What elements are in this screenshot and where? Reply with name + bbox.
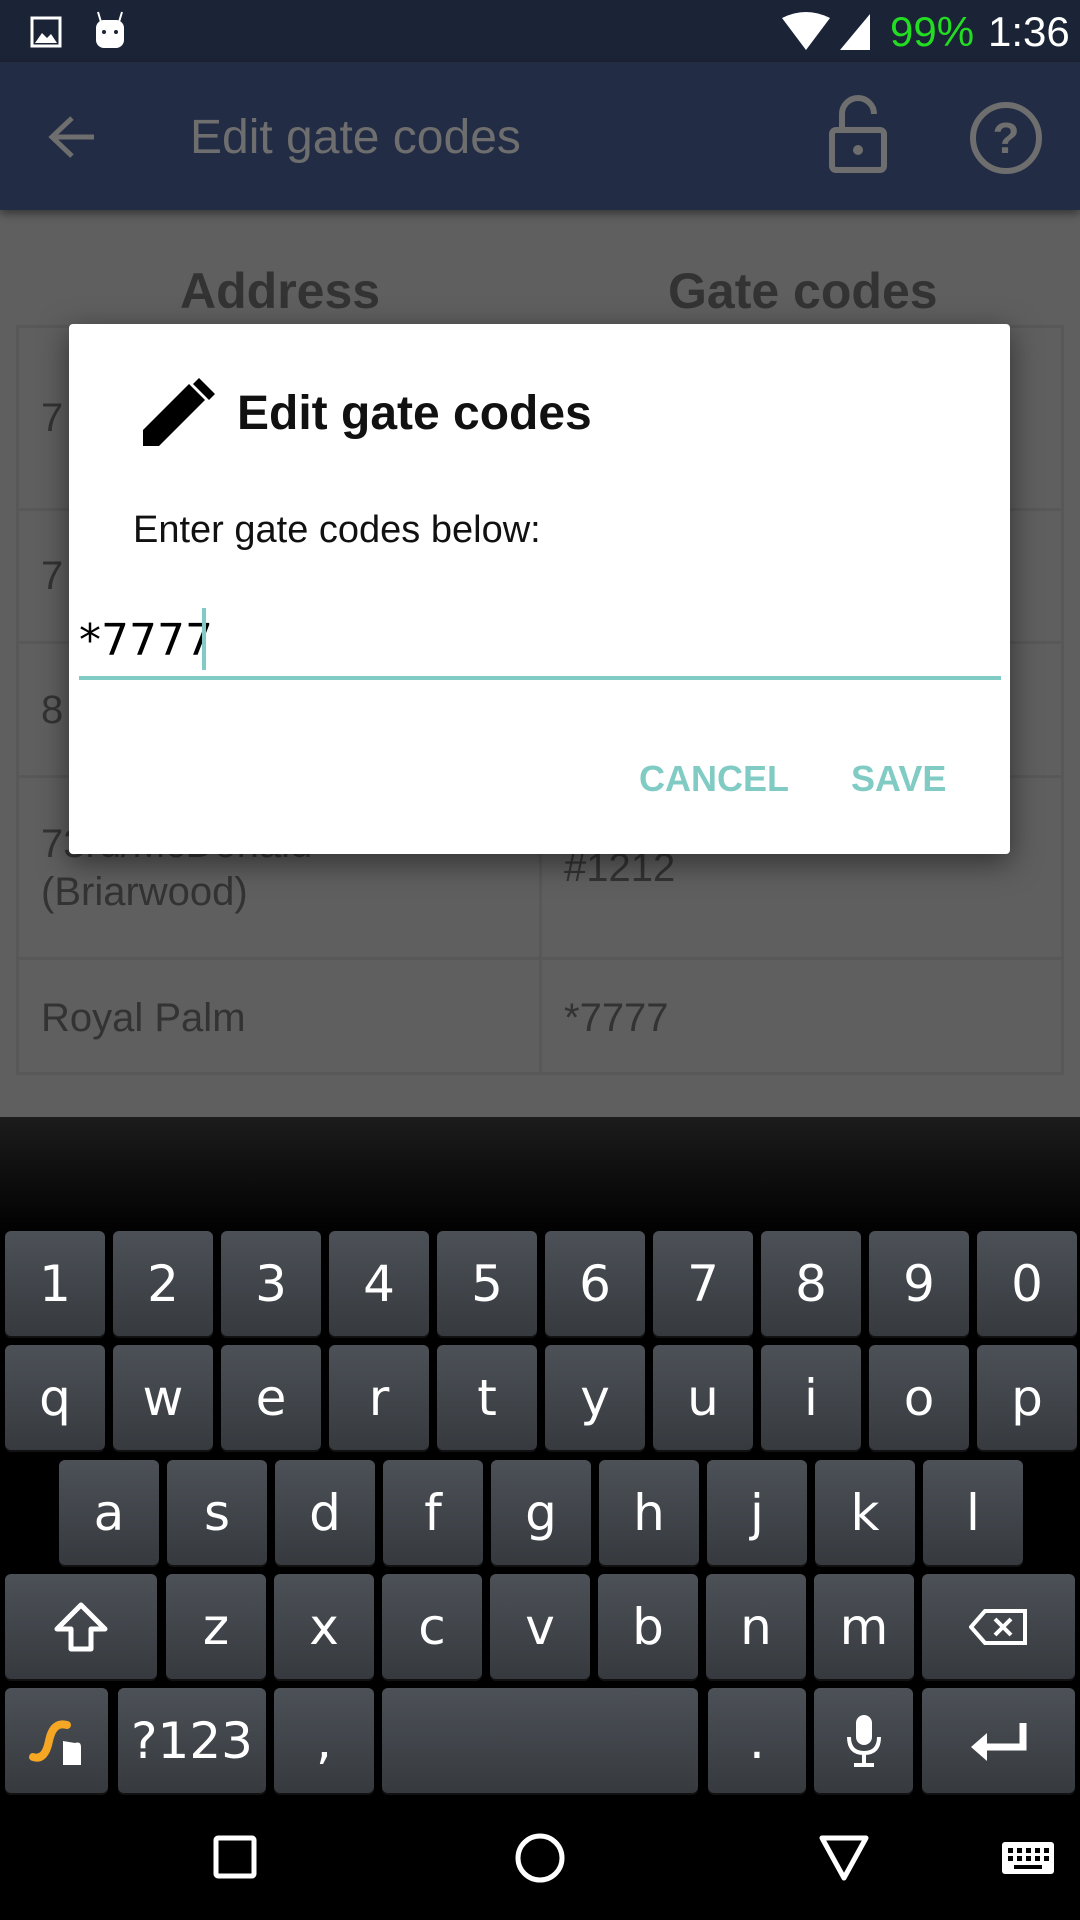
- android-notification-icon: [96, 11, 124, 48]
- status-bar: 99% 1:36: [0, 0, 1080, 62]
- key-s[interactable]: s: [167, 1460, 267, 1565]
- key-k[interactable]: k: [815, 1460, 915, 1565]
- key-5[interactable]: 5: [437, 1231, 537, 1336]
- key-x[interactable]: x: [274, 1574, 374, 1679]
- key-4[interactable]: 4: [329, 1231, 429, 1336]
- code-cell: *7777: [539, 960, 1061, 1075]
- enter-icon: [970, 1722, 1026, 1761]
- key-j[interactable]: j: [707, 1460, 807, 1565]
- keyboard-switch-icon[interactable]: [1000, 1840, 1056, 1876]
- unlock-icon[interactable]: [826, 94, 890, 174]
- backspace-icon: [968, 1608, 1027, 1645]
- key-2[interactable]: 2: [113, 1231, 213, 1336]
- back-icon[interactable]: [818, 1834, 870, 1882]
- navigation-bar: [0, 1800, 1080, 1920]
- column-header-gate-codes: Gate codes: [668, 263, 938, 319]
- space-key[interactable]: [382, 1688, 698, 1793]
- home-icon[interactable]: [514, 1832, 566, 1884]
- key-t[interactable]: t: [437, 1345, 537, 1450]
- key-m[interactable]: m: [814, 1574, 914, 1679]
- address-cell: Royal Palm: [41, 995, 246, 1040]
- key-u[interactable]: u: [653, 1345, 753, 1450]
- key-e[interactable]: e: [221, 1345, 321, 1450]
- key-1[interactable]: 1: [5, 1231, 105, 1336]
- pencil-icon: [143, 378, 215, 446]
- wifi-signal-icon: [782, 12, 870, 50]
- cancel-button[interactable]: CANCEL: [639, 758, 789, 800]
- key-7[interactable]: 7: [653, 1231, 753, 1336]
- recents-icon[interactable]: [212, 1834, 258, 1880]
- key-8[interactable]: 8: [761, 1231, 861, 1336]
- period-key[interactable]: .: [708, 1688, 806, 1793]
- gate-codes-input[interactable]: [79, 604, 1001, 680]
- battery-percent: 99%: [890, 8, 975, 55]
- enter-key[interactable]: [922, 1688, 1075, 1793]
- column-header-address: Address: [180, 263, 381, 319]
- svg-text:?: ?: [993, 114, 1020, 163]
- microphone-key[interactable]: [814, 1688, 913, 1793]
- key-r[interactable]: r: [329, 1345, 429, 1450]
- key-b[interactable]: b: [598, 1574, 698, 1679]
- key-q[interactable]: q: [5, 1345, 105, 1450]
- key-a[interactable]: a: [59, 1460, 159, 1565]
- address-cell: 8: [41, 687, 64, 732]
- comma-key[interactable]: ,: [274, 1688, 374, 1793]
- app-bar: Edit gate codes ?: [0, 62, 1080, 210]
- key-c[interactable]: c: [382, 1574, 482, 1679]
- key-6[interactable]: 6: [545, 1231, 645, 1336]
- shift-icon: [54, 1602, 108, 1651]
- key-o[interactable]: o: [869, 1345, 969, 1450]
- key-d[interactable]: d: [275, 1460, 375, 1565]
- key-f[interactable]: f: [383, 1460, 483, 1565]
- key-l[interactable]: l: [923, 1460, 1023, 1565]
- table-row[interactable]: Royal Palm *7777: [19, 960, 1061, 1075]
- key-z[interactable]: z: [166, 1574, 266, 1679]
- address-cell: 7: [41, 396, 64, 440]
- save-button[interactable]: SAVE: [851, 758, 946, 800]
- key-0[interactable]: 0: [977, 1231, 1077, 1336]
- key-3[interactable]: 3: [221, 1231, 321, 1336]
- key-y[interactable]: y: [545, 1345, 645, 1450]
- key-w[interactable]: w: [113, 1345, 213, 1450]
- symbols-key[interactable]: ?123: [118, 1688, 266, 1793]
- text-caret: [202, 608, 206, 670]
- microphone-icon: [846, 1714, 881, 1767]
- address-cell: 7: [41, 554, 64, 598]
- key-9[interactable]: 9: [869, 1231, 969, 1336]
- key-i[interactable]: i: [761, 1345, 861, 1450]
- key-n[interactable]: n: [706, 1574, 806, 1679]
- swype-key[interactable]: [5, 1688, 108, 1793]
- dialog-message: Enter gate codes below:: [133, 509, 541, 551]
- key-g[interactable]: g: [491, 1460, 591, 1565]
- key-p[interactable]: p: [977, 1345, 1077, 1450]
- back-arrow-icon[interactable]: [46, 112, 100, 162]
- gallery-notification-icon: [30, 16, 62, 48]
- clock: 1:36: [988, 8, 1070, 55]
- help-icon[interactable]: ?: [968, 100, 1044, 176]
- edit-gate-codes-dialog: Edit gate codes Enter gate codes below: …: [69, 324, 1010, 854]
- page-title: Edit gate codes: [190, 111, 521, 164]
- shift-key[interactable]: [5, 1574, 157, 1679]
- backspace-key[interactable]: [922, 1574, 1075, 1679]
- key-v[interactable]: v: [490, 1574, 590, 1679]
- swype-icon: [28, 1719, 81, 1765]
- key-h[interactable]: h: [599, 1460, 699, 1565]
- dialog-title: Edit gate codes: [237, 387, 592, 440]
